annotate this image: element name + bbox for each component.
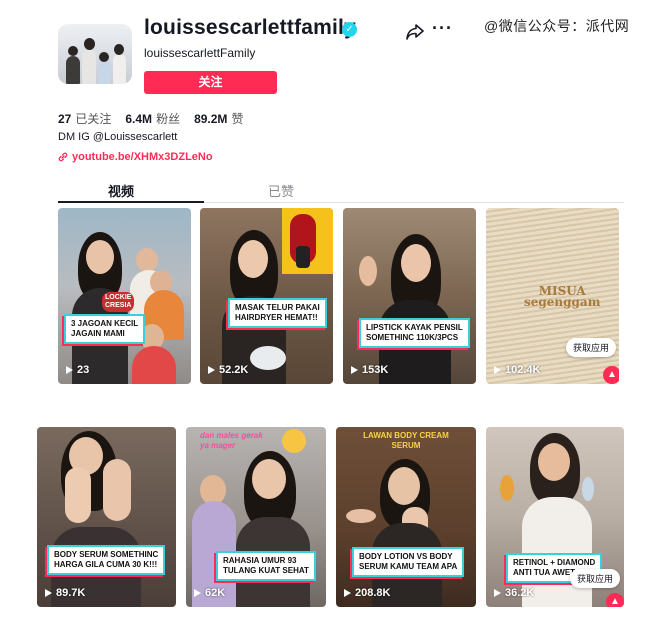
more-options-icon[interactable]: ···	[432, 18, 453, 39]
verified-badge-icon: ✓	[342, 22, 357, 37]
video-card[interactable]: LOCKIE CRESIA 3 JAGOAN KECIL JAGAIN MAMI…	[58, 208, 191, 384]
view-count: 62K	[194, 587, 225, 599]
followers-count[interactable]: 6.4M 粉丝	[125, 110, 180, 127]
play-icon	[194, 589, 201, 597]
view-count: 153K	[351, 364, 388, 376]
video-caption: BODY LOTION VS BODY SERUM KAMU TEAM APA	[352, 547, 465, 577]
profile-stats: 27 已关注 6.4M 粉丝 89.2M 赞	[58, 110, 243, 127]
likes-count: 89.2M 赞	[194, 112, 244, 126]
tiktok-app-icon[interactable]: ▲	[606, 593, 624, 607]
video-card[interactable]: MISUA segenggam 获取应用 ▲ 102.4K	[486, 208, 619, 384]
profile-link-text: youtube.be/XHMx3DZLeNo	[72, 151, 213, 163]
play-icon	[208, 366, 215, 374]
view-count: 208.8K	[344, 587, 390, 599]
video-card[interactable]: LIPSTICK KAYAK PENSIL SOMETHINC 110K/3PC…	[343, 208, 476, 384]
view-count: 89.7K	[45, 587, 85, 599]
play-icon	[494, 366, 501, 374]
link-icon	[58, 152, 68, 162]
get-app-button[interactable]: 获取应用	[566, 338, 617, 357]
play-icon	[66, 366, 73, 374]
play-icon	[45, 589, 52, 597]
video-caption: BODY SERUM SOMETHINC HARGA GILA CUMA 30 …	[47, 545, 166, 575]
profile-nickname: louissescarlettFamily	[144, 46, 256, 60]
avatar[interactable]	[58, 24, 132, 84]
video-caption: RAHASIA UMUR 93 TULANG KUAT SEHAT	[216, 551, 316, 581]
watermark-text: @微信公众号：派代网	[484, 18, 630, 34]
follow-button[interactable]: 关注	[144, 71, 277, 94]
view-count: 36.2K	[494, 587, 534, 599]
profile-bio: DM IG @Louissescarlett	[58, 131, 178, 143]
view-count: 52.2K	[208, 364, 248, 376]
tab-videos[interactable]: 视频	[108, 181, 204, 200]
tab-liked[interactable]: 已赞	[268, 181, 294, 200]
video-caption: LIPSTICK KAYAK PENSIL SOMETHINC 110K/3PC…	[359, 318, 470, 348]
view-count: 102.4K	[494, 364, 540, 376]
video-card[interactable]: dan males gerak ya mager RAHASIA UMUR 93…	[186, 427, 326, 607]
video-card[interactable]: RETINOL + DIAMOND ANTI TUA AWET 获取应用 ▲ 3…	[486, 427, 624, 607]
shirt-print-text: LOCKIE CRESIA	[102, 292, 135, 312]
video-caption: MASAK TELUR PAKAI HAIRDRYER HEMAT!!	[228, 298, 327, 328]
get-app-button[interactable]: 获取应用	[570, 569, 621, 588]
video-caption: MISUA segenggam	[524, 284, 601, 309]
play-icon	[344, 589, 351, 597]
overlay-text: dan males gerak ya mager	[200, 431, 263, 450]
following-count[interactable]: 27 已关注	[58, 110, 111, 127]
tiktok-app-icon[interactable]: ▲	[603, 366, 619, 384]
video-card[interactable]: MASAK TELUR PAKAI HAIRDRYER HEMAT!! 52.2…	[200, 208, 333, 384]
share-icon[interactable]	[406, 24, 424, 40]
overlay-text: LAWAN BODY CREAM SERUM	[363, 431, 449, 450]
video-card[interactable]: BODY SERUM SOMETHINC HARGA GILA CUMA 30 …	[37, 427, 176, 607]
play-icon	[351, 366, 358, 374]
active-tab-indicator	[58, 201, 204, 203]
play-icon	[494, 589, 501, 597]
profile-link[interactable]: youtube.be/XHMx3DZLeNo	[58, 151, 213, 163]
grin-emoji-icon	[282, 429, 306, 453]
view-count: 23	[66, 364, 89, 376]
video-card[interactable]: LAWAN BODY CREAM SERUM BODY LOTION VS BO…	[336, 427, 476, 607]
profile-username: louissescarlettfamily	[144, 16, 356, 39]
video-caption: 3 JAGOAN KECIL JAGAIN MAMI	[64, 314, 146, 344]
